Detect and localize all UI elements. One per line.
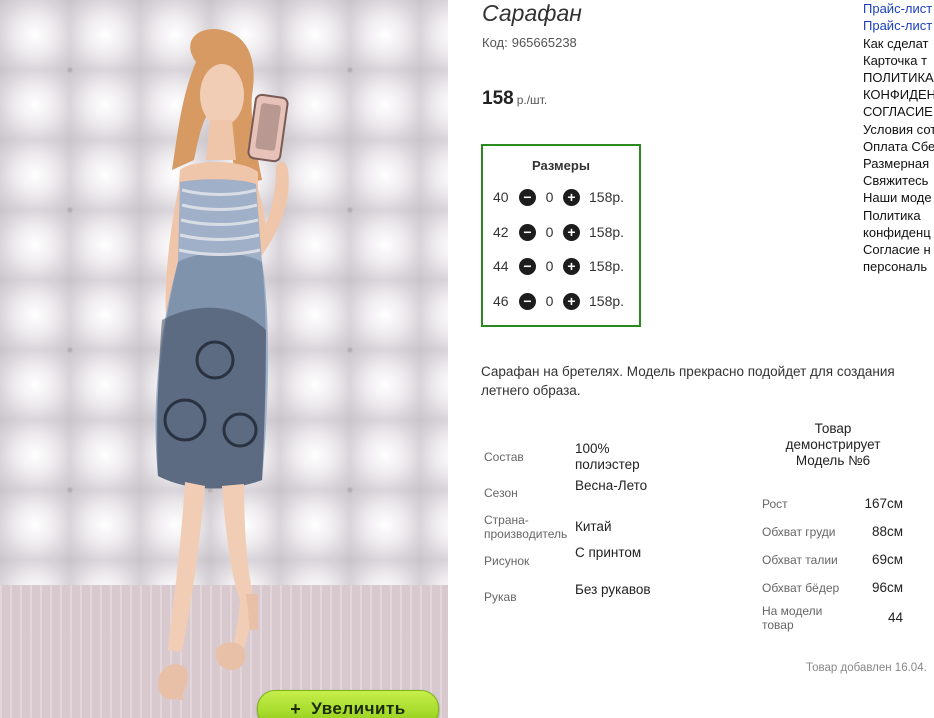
size-label: 42	[493, 224, 509, 240]
size-price: 158р.	[589, 258, 625, 274]
sidebar-item[interactable]: Согласие н	[863, 241, 931, 258]
price-unit: р./шт.	[516, 93, 548, 107]
model-param-label: Обхват груди	[762, 525, 836, 539]
size-row: 44 − 0 + 158р.	[493, 256, 624, 276]
spec-value: С принтом	[575, 545, 642, 560]
model-param-value: 88см	[871, 524, 903, 539]
sidebar-item[interactable]: Прайс-лист	[863, 0, 932, 17]
model-param-label: Обхват талии	[762, 553, 838, 567]
minus-circle-icon[interactable]: −	[519, 223, 536, 241]
size-quantity: 0	[545, 258, 554, 274]
sidebar-item[interactable]: Оплата Сбе	[863, 138, 934, 155]
sidebar-item[interactable]: Размерная	[863, 155, 929, 172]
model-param-value: 167см	[864, 496, 903, 511]
sidebar-item[interactable]: конфиденц	[863, 224, 931, 241]
size-quantity: 0	[545, 189, 554, 205]
product-title: Сарафан	[482, 0, 582, 26]
size-price: 158р.	[589, 189, 625, 205]
minus-circle-icon[interactable]: −	[519, 257, 536, 275]
size-quantity: 0	[545, 293, 554, 309]
spec-label: Рукав	[484, 590, 517, 604]
model-header: Товар демонстрирует Модель №6	[785, 421, 881, 468]
size-row: 42 − 0 + 158р.	[493, 222, 624, 242]
size-row: 46 − 0 + 158р.	[493, 291, 624, 311]
sidebar-item[interactable]: СОГЛАСИЕ	[863, 103, 933, 120]
sidebar-menu: Прайс-лист Прайс-лист Как сделат Карточк…	[863, 0, 934, 280]
sidebar-item[interactable]: персональ	[863, 258, 927, 275]
spec-value: Без рукавов	[575, 582, 651, 597]
product-photo[interactable]: + Увеличить	[0, 0, 448, 718]
zoom-button-label: Увеличить	[311, 699, 406, 718]
model-param-value: 44	[887, 610, 903, 625]
sidebar-item[interactable]: Карточка т	[863, 52, 927, 69]
product-description: Сарафан на бретелях. Модель прекрасно по…	[481, 364, 895, 398]
sidebar-item[interactable]: Условия сот	[863, 121, 934, 138]
code-label: Код:	[482, 35, 508, 50]
sidebar-item[interactable]: КОНФИДЕН	[863, 86, 934, 103]
model-illustration	[155, 29, 289, 700]
sizes-panel: Размеры 40 − 0 + 158р. 42 − 0 + 158р. 44…	[481, 144, 641, 327]
model-param-label: Обхват бёдер	[762, 581, 840, 595]
sidebar-item[interactable]: Как сделат	[863, 35, 928, 52]
minus-circle-icon[interactable]: −	[519, 292, 536, 310]
added-date: Товар добавлен 16.04.	[806, 662, 927, 674]
plus-circle-icon[interactable]: +	[563, 257, 580, 275]
model-param-label: Рост	[762, 497, 788, 511]
plus-icon: +	[290, 698, 302, 718]
size-label: 46	[493, 293, 509, 309]
spec-value: Весна-Лето	[575, 478, 648, 493]
sidebar-item[interactable]: Политика	[863, 207, 921, 224]
model-param-value: 96см	[871, 580, 903, 595]
size-price: 158р.	[589, 293, 625, 309]
spec-value: 100% полиэстер	[575, 441, 640, 472]
plus-circle-icon[interactable]: +	[563, 292, 580, 310]
zoom-button[interactable]: + Увеличить	[257, 690, 439, 718]
size-row: 40 − 0 + 158р.	[493, 187, 624, 207]
code-value: 965665238	[511, 35, 577, 50]
price-value: 158	[482, 88, 514, 109]
plus-circle-icon[interactable]: +	[563, 223, 580, 241]
product-code: Код: 965665238	[482, 35, 577, 50]
model-param-value: 69см	[871, 552, 903, 567]
product-price: 158 р./шт.	[482, 88, 547, 110]
sizes-title: Размеры	[532, 158, 590, 173]
plus-circle-icon[interactable]: +	[563, 188, 580, 206]
spec-label: Состав	[484, 450, 524, 464]
size-quantity: 0	[545, 224, 554, 240]
size-price: 158р.	[589, 224, 625, 240]
sidebar-item[interactable]: Свяжитесь	[863, 172, 928, 189]
size-label: 44	[493, 258, 509, 274]
minus-circle-icon[interactable]: −	[519, 188, 536, 206]
spec-label: Страна-производитель	[484, 513, 568, 541]
spec-label: Сезон	[484, 486, 518, 500]
model-param-label: На модели товар	[762, 604, 823, 632]
size-label: 40	[493, 189, 509, 205]
sidebar-item[interactable]: ПОЛИТИКА	[863, 69, 934, 86]
sidebar-item[interactable]: Наши моде	[863, 189, 932, 206]
sidebar-item[interactable]: Прайс-лист	[863, 17, 932, 34]
spec-label: Рисунок	[484, 554, 530, 568]
spec-value: Китай	[575, 519, 612, 534]
